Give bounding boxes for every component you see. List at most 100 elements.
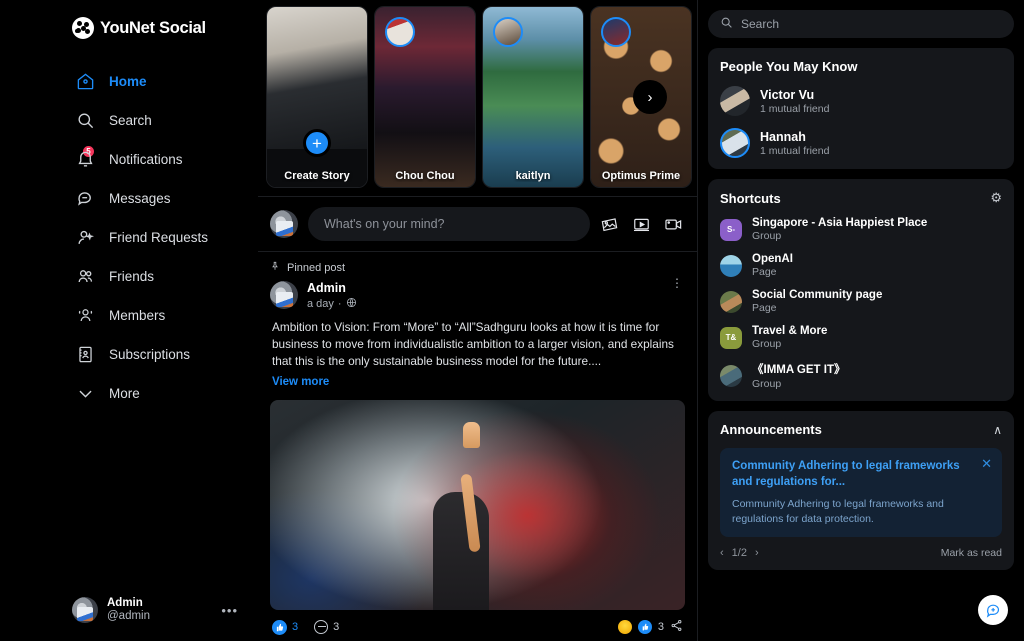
shortcut-info: Singapore - Asia Happiest Place Group xyxy=(752,217,927,242)
photo-icon[interactable] xyxy=(600,215,619,234)
more-horizontal-icon[interactable]: ••• xyxy=(221,604,238,617)
person-name: Victor Vu xyxy=(760,87,815,102)
shortcut-type: Page xyxy=(752,302,777,314)
story-item[interactable]: Chou Chou xyxy=(374,6,476,188)
post-meta: a day · xyxy=(307,297,357,311)
search-icon xyxy=(76,111,95,130)
shortcut-name: Singapore - Asia Happiest Place xyxy=(752,217,928,229)
comment-button[interactable]: 3 xyxy=(314,620,339,635)
plus-icon[interactable]: + xyxy=(303,129,331,157)
announcement-item[interactable]: ✕ Community Adhering to legal frameworks… xyxy=(720,448,1002,538)
comment-icon xyxy=(314,620,329,635)
younet-logo-icon xyxy=(72,17,94,39)
person-add-icon xyxy=(76,228,95,247)
shortcut-type: Page xyxy=(752,266,777,278)
sidebar-item-friend-requests[interactable]: Friend Requests xyxy=(0,218,258,257)
sidebar-item-members[interactable]: Members xyxy=(0,296,258,335)
shortcut-info: OpenAI Page xyxy=(752,253,793,278)
profile-name: Admin xyxy=(107,596,143,609)
story-label: Optimus Prime xyxy=(601,170,681,182)
shortcut-item[interactable]: OpenAI Page xyxy=(720,253,1002,278)
share-icon[interactable] xyxy=(670,619,683,635)
sidebar-profile[interactable]: Admin @admin ••• xyxy=(0,589,258,631)
story-create[interactable]: + Create Story xyxy=(266,6,368,188)
more-vertical-icon[interactable]: ⋮ xyxy=(671,277,683,290)
profile-handle: @admin xyxy=(107,610,150,622)
close-icon[interactable]: ✕ xyxy=(981,457,992,470)
members-group-icon xyxy=(76,306,95,325)
sidebar-item-messages[interactable]: Messages xyxy=(0,179,258,218)
sidebar-item-label: Notifications xyxy=(109,152,183,167)
post-header: Admin a day · ⋮ xyxy=(258,277,697,311)
sidebar-item-more[interactable]: More xyxy=(0,374,258,413)
post-author-block: Admin a day · xyxy=(307,281,357,311)
gear-icon[interactable]: ⚙ xyxy=(990,190,1002,206)
reaction-count: 3 xyxy=(657,621,664,634)
stories-next-button[interactable]: › xyxy=(633,80,667,114)
avatar xyxy=(385,17,415,47)
shortcut-name: Social Community page xyxy=(752,289,883,301)
id-card-icon xyxy=(76,345,95,364)
composer-input[interactable]: What's on your mind? xyxy=(308,207,590,241)
sidebar-item-search[interactable]: Search xyxy=(0,101,258,140)
sidebar-item-subscriptions[interactable]: Subscriptions xyxy=(0,335,258,374)
shortcuts-card: Shortcuts ⚙ S- Singapore - Asia Happiest… xyxy=(708,179,1014,401)
sidebar-item-notifications[interactable]: 5 Notifications xyxy=(0,140,258,179)
pinned-post-label-row: Pinned post xyxy=(258,252,697,277)
card-title: Shortcuts xyxy=(720,190,781,206)
sidebar-item-label: Search xyxy=(109,113,152,128)
shortcut-item[interactable]: 《IMMA GET IT》 Group xyxy=(720,361,1002,390)
search-input[interactable]: Search xyxy=(708,10,1014,38)
sidebar-item-label: Friends xyxy=(109,269,155,284)
post-reactions-summary: 3 xyxy=(617,619,683,635)
chevron-up-icon[interactable]: ∧ xyxy=(993,423,1002,437)
bell-icon xyxy=(76,150,95,169)
page-prev-button[interactable]: ‹ xyxy=(720,547,724,559)
left-sidebar: YouNet Social Home Search 5 Notification… xyxy=(0,0,258,641)
video-icon[interactable] xyxy=(632,215,651,234)
shortcut-name: Travel & More xyxy=(752,325,828,337)
new-message-icon[interactable] xyxy=(978,595,1008,625)
shortcut-item[interactable]: T& Travel & More Group xyxy=(720,325,1002,350)
shortcut-type: Group xyxy=(752,230,782,242)
live-video-icon[interactable] xyxy=(664,215,683,234)
shortcut-type: Group xyxy=(752,378,782,390)
story-item[interactable]: kaitlyn xyxy=(482,6,584,188)
post-image[interactable] xyxy=(270,400,685,611)
shortcut-avatar: T& xyxy=(720,326,742,349)
person-mutual: 1 mutual friend xyxy=(760,144,830,157)
sidebar-item-home[interactable]: Home xyxy=(0,62,258,101)
person-info: Victor Vu 1 mutual friend xyxy=(760,88,829,115)
like-count: 3 xyxy=(292,621,299,634)
avatar xyxy=(601,17,631,47)
shortcut-info: Social Community page Page xyxy=(752,289,882,314)
brand[interactable]: YouNet Social xyxy=(0,0,258,44)
avatar xyxy=(720,86,750,116)
shortcut-item[interactable]: Social Community page Page xyxy=(720,289,1002,314)
post-image-figure xyxy=(432,492,489,611)
view-more-link[interactable]: View more xyxy=(272,376,329,388)
person-suggestion[interactable]: Victor Vu 1 mutual friend xyxy=(720,86,1002,116)
shortcut-item[interactable]: S- Singapore - Asia Happiest Place Group xyxy=(720,217,1002,242)
sidebar-nav: Home Search 5 Notifications Messages Fri… xyxy=(0,62,258,413)
person-suggestion[interactable]: Hannah 1 mutual friend xyxy=(720,128,1002,158)
like-button[interactable]: 3 xyxy=(272,619,299,635)
shortcut-info: 《IMMA GET IT》 Group xyxy=(752,361,845,390)
page-next-button[interactable]: › xyxy=(755,547,759,559)
search-placeholder: Search xyxy=(741,17,780,31)
avatar[interactable] xyxy=(270,281,298,309)
person-name: Hannah xyxy=(760,129,806,144)
card-title: Announcements xyxy=(720,422,822,437)
sidebar-item-friends[interactable]: Friends xyxy=(0,257,258,296)
shortcut-avatar: S- xyxy=(720,218,742,241)
mark-as-read-button[interactable]: Mark as read xyxy=(941,547,1002,559)
sidebar-item-label: Messages xyxy=(109,191,171,206)
app-root: YouNet Social Home Search 5 Notification… xyxy=(0,0,1024,641)
people-icon xyxy=(76,267,95,286)
like-reaction-icon xyxy=(637,620,652,635)
post-composer: What's on your mind? xyxy=(258,196,697,252)
announcement-title: Community Adhering to legal frameworks a… xyxy=(732,460,960,488)
shortcut-info: Travel & More Group xyxy=(752,325,827,350)
search-icon xyxy=(720,16,733,32)
post-author[interactable]: Admin xyxy=(307,281,357,295)
